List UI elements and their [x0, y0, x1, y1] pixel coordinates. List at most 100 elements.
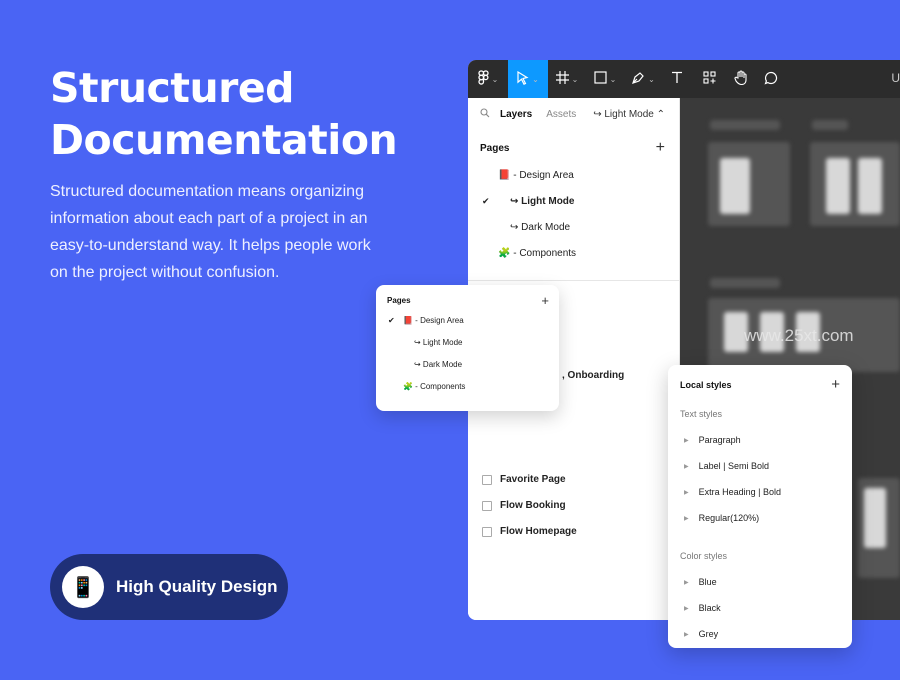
pages-card-header: Pages +: [376, 285, 559, 308]
chevron-down-icon: ⌄: [648, 74, 655, 84]
text-icon: [671, 71, 683, 87]
caret-right-icon: ▶: [684, 579, 689, 586]
local-styles-header: Local styles +: [668, 365, 852, 393]
search-icon[interactable]: [480, 107, 500, 121]
frame-icon: [555, 71, 569, 87]
cursor-icon: [517, 70, 529, 88]
user-avatar[interactable]: U: [891, 71, 900, 85]
style-label: Black: [698, 603, 721, 613]
pages-card-title: Pages: [387, 296, 411, 305]
tab-layers[interactable]: Layers: [500, 109, 532, 120]
layer-label: Favorite Page: [500, 474, 566, 485]
chevron-down-icon: ⌄: [609, 74, 617, 84]
page-mode-select[interactable]: ↪ Light Mode ⌃: [593, 109, 665, 120]
hero-desc-line: information about each part of a project…: [50, 210, 368, 227]
style-label: Blue: [698, 577, 717, 587]
check-icon: ✔: [388, 316, 395, 325]
page-item-light-mode[interactable]: ✔ ↪ Light Mode: [468, 188, 679, 214]
color-styles-heading: Color styles: [680, 551, 728, 561]
layer-onboarding[interactable]: , Onboarding: [562, 370, 624, 381]
page-label: ↪ Light Mode: [510, 195, 575, 207]
hero-title-line1: Structured: [50, 64, 295, 112]
frame-icon: [482, 474, 492, 485]
resources-button[interactable]: [692, 60, 726, 98]
layer-label: Flow Booking: [500, 500, 566, 511]
move-tool-button[interactable]: ⌄: [508, 60, 548, 98]
pages-popup-card: Pages + ✔ 📕 - Design Area ↪ Light Mode ↪…: [376, 285, 559, 411]
layer-favorite-page[interactable]: Favorite Page: [482, 474, 566, 485]
hero-title: Structured Documentation: [50, 62, 450, 166]
hero-desc-line: Structured documentation means organizin…: [50, 183, 364, 200]
hand-icon: [734, 70, 748, 88]
hero-desc-line: on the project without confusion.: [50, 264, 280, 281]
text-style-item[interactable]: ▶ Extra Heading | Bold: [684, 487, 781, 497]
color-style-item[interactable]: ▶ Grey: [684, 629, 718, 639]
pages-card-item[interactable]: ↪ Dark Mode: [414, 360, 462, 369]
caret-right-icon: ▶: [684, 631, 689, 638]
color-style-item[interactable]: ▶ Blue: [684, 577, 717, 587]
text-style-item[interactable]: ▶ Regular(120%): [684, 513, 759, 523]
caret-right-icon: ▶: [684, 515, 689, 522]
page-label: 📕 - Design Area: [498, 169, 574, 181]
hero-title-line2: Documentation: [50, 116, 398, 164]
pages-header: Pages +: [468, 134, 679, 162]
text-style-item[interactable]: ▶ Label | Semi Bold: [684, 461, 769, 471]
page-label: ↪ Dark Mode: [510, 221, 571, 233]
caret-right-icon: ▶: [684, 437, 689, 444]
chevron-down-icon: ⌄: [491, 74, 499, 84]
layer-label: Flow Homepage: [500, 526, 577, 537]
blurred-screen: [864, 488, 886, 548]
blurred-frame-title: [710, 120, 780, 130]
pen-icon: [631, 71, 645, 88]
pages-card-item[interactable]: 📕 - Design Area: [403, 316, 464, 325]
layer-flow-homepage[interactable]: Flow Homepage: [482, 526, 577, 537]
caret-right-icon: ▶: [684, 489, 689, 496]
style-label: Grey: [698, 629, 719, 639]
comment-tool-button[interactable]: [756, 60, 786, 98]
add-page-icon[interactable]: +: [656, 139, 665, 157]
check-icon: ✔: [482, 195, 490, 206]
add-page-icon[interactable]: +: [541, 293, 549, 308]
local-styles-card: Local styles + Text styles ▶ Paragraph ▶…: [668, 365, 852, 648]
hero-description: Structured documentation means organizin…: [50, 178, 371, 286]
pages-card-item[interactable]: 🧩 - Components: [403, 382, 465, 391]
badge-label: High Quality Design: [116, 577, 278, 596]
text-style-item[interactable]: ▶ Paragraph: [684, 435, 741, 445]
blurred-frame-title: [710, 278, 780, 288]
blurred-screen: [858, 158, 882, 214]
watermark: www.25xt.com: [744, 326, 854, 345]
pen-tool-button[interactable]: ⌄: [624, 60, 662, 98]
chevron-down-icon: ⌄: [571, 74, 579, 84]
pages-card-item[interactable]: ↪ Light Mode: [414, 338, 463, 347]
blurred-frame: [810, 142, 900, 226]
page-item-dark-mode[interactable]: ↪ Dark Mode: [468, 214, 679, 240]
shape-tool-button[interactable]: ⌄: [586, 60, 624, 98]
quality-badge: 📱 High Quality Design: [50, 554, 288, 620]
page-item-components[interactable]: 🧩 - Components: [468, 240, 679, 266]
blurred-frame-title: [812, 120, 848, 130]
rectangle-icon: [594, 71, 607, 87]
style-label: Label | Semi Bold: [698, 461, 770, 471]
blurred-screen: [826, 158, 850, 214]
style-label: Regular(120%): [698, 513, 760, 523]
local-styles-title: Local styles: [680, 379, 732, 390]
hand-tool-button[interactable]: [726, 60, 756, 98]
layer-flow-booking[interactable]: Flow Booking: [482, 500, 566, 511]
tab-assets[interactable]: Assets: [546, 109, 576, 120]
caret-right-icon: ▶: [684, 605, 689, 612]
phone-icon: 📱: [62, 566, 104, 608]
frame-tool-button[interactable]: ⌄: [548, 60, 586, 98]
figma-logo-icon: [477, 70, 489, 88]
add-style-icon[interactable]: +: [831, 376, 840, 393]
color-style-item[interactable]: ▶ Black: [684, 603, 721, 613]
blurred-screen: [720, 158, 750, 214]
page-label: 🧩 - Components: [498, 247, 577, 259]
panel-tabs: Layers Assets ↪ Light Mode ⌃: [468, 98, 679, 130]
text-tool-button[interactable]: [662, 60, 692, 98]
style-label: Extra Heading | Bold: [698, 487, 782, 497]
frame-icon: [482, 526, 492, 537]
main-menu-button[interactable]: ⌄: [468, 60, 508, 98]
page-item-design-area[interactable]: 📕 - Design Area: [468, 162, 679, 188]
toolbar: ⌄ ⌄ ⌄ ⌄ ⌄ U: [468, 60, 900, 98]
layer-label: , Onboarding: [562, 370, 625, 381]
